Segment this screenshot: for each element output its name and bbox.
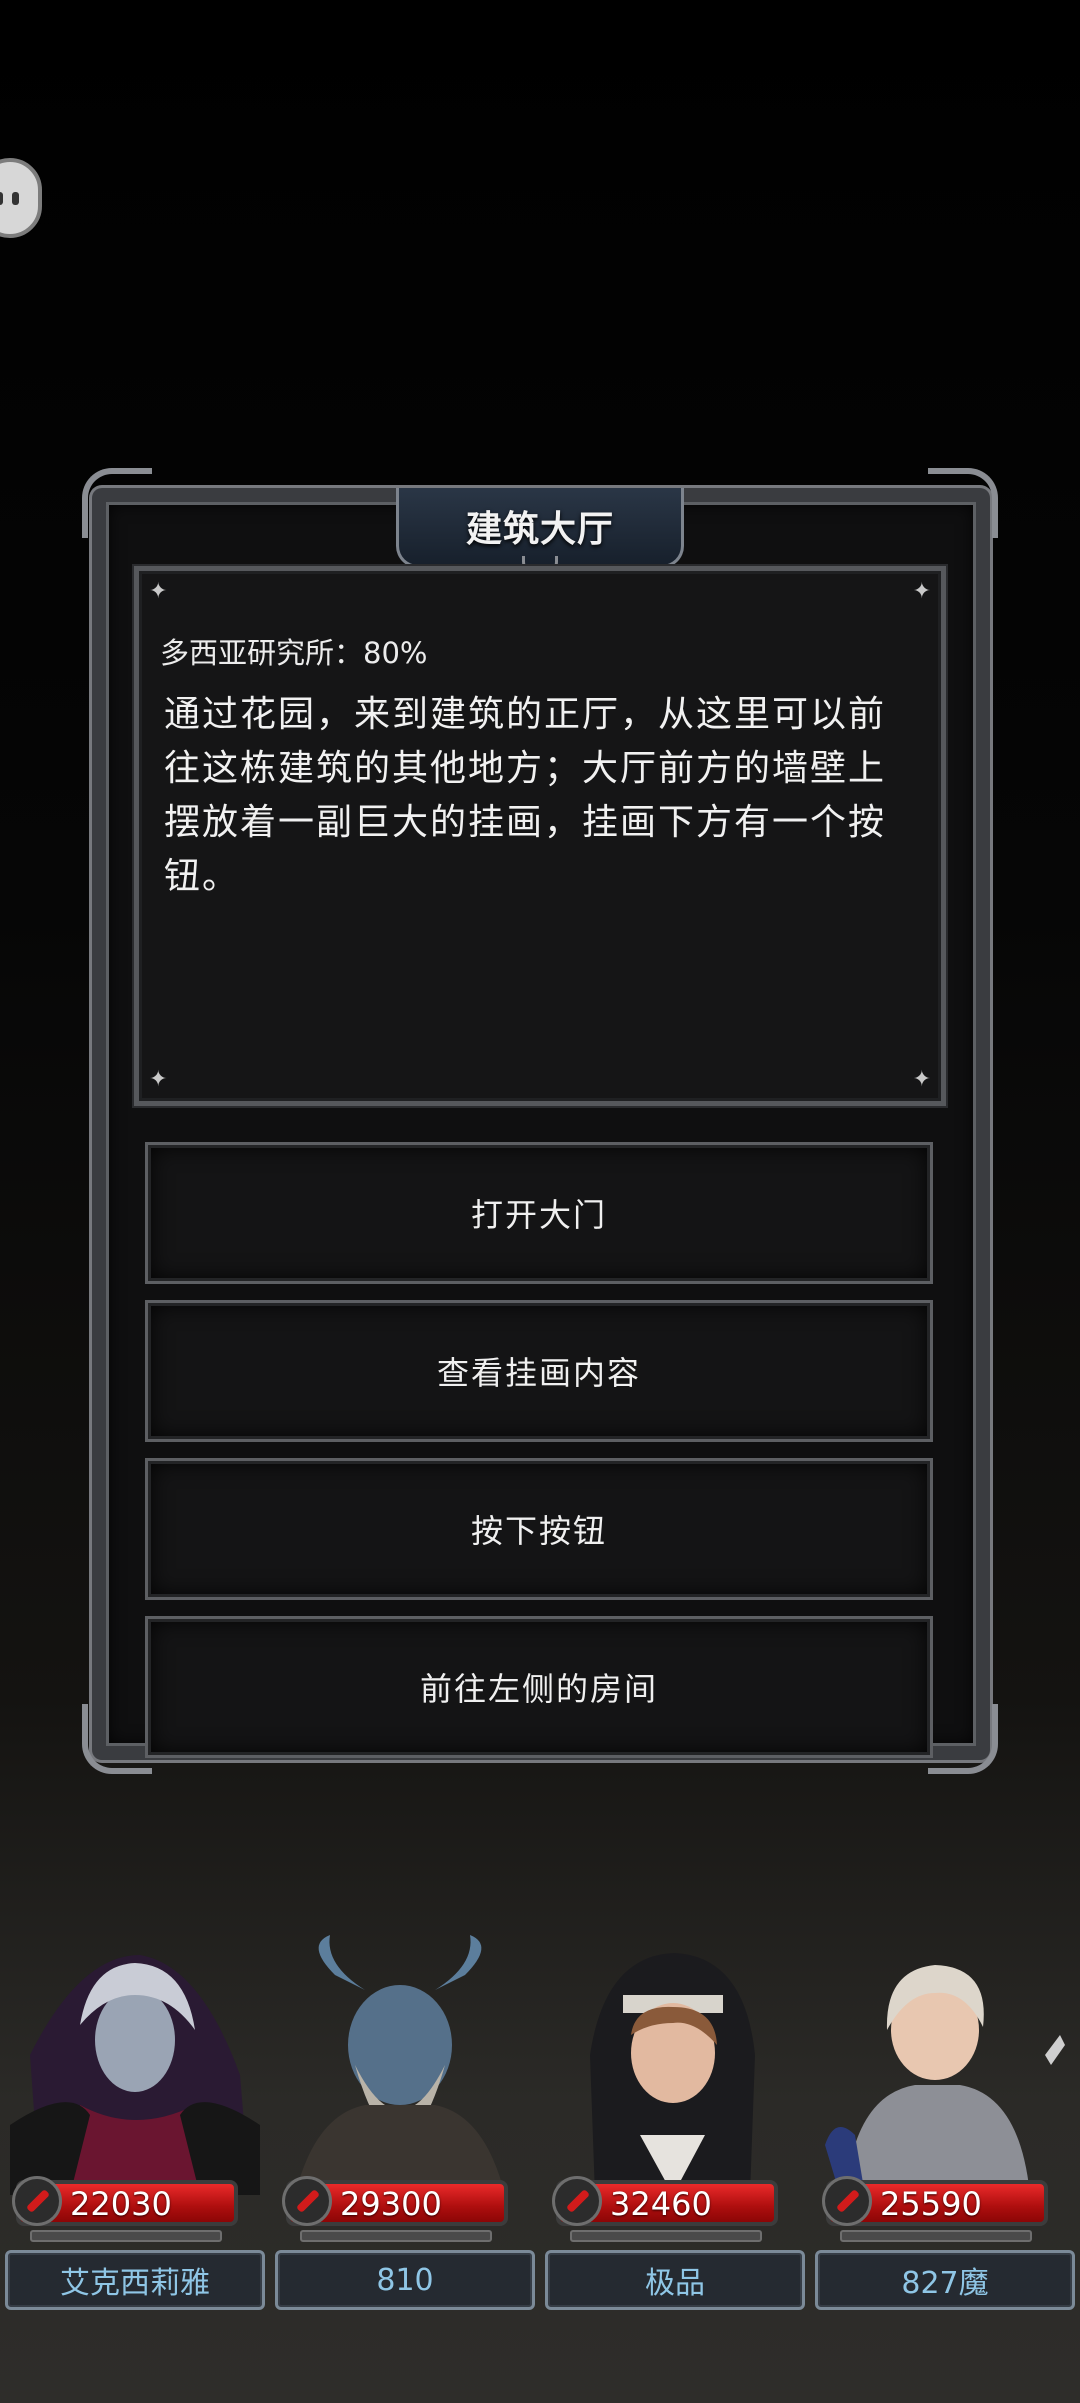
- hp-bar: 22030: [12, 2176, 238, 2226]
- party-member-name[interactable]: 极品: [545, 2250, 805, 2310]
- knight-portrait-icon[interactable]: [815, 1935, 1065, 2195]
- panel-ornament-bottom-right: [928, 1704, 998, 1774]
- bubble-eye-right: [12, 192, 19, 205]
- sword-icon: [822, 2176, 872, 2226]
- sword-icon: [282, 2176, 332, 2226]
- option-view-painting-button[interactable]: 查看挂画内容: [145, 1300, 933, 1442]
- energy-bar: [30, 2230, 222, 2242]
- hp-bar: 25590: [822, 2176, 1048, 2226]
- sparkle-icon: ✦: [149, 1067, 168, 1092]
- sparkle-icon: ✦: [912, 1067, 931, 1092]
- sparkle-icon: ✦: [912, 579, 931, 604]
- party-member-name[interactable]: 810: [275, 2250, 535, 2310]
- energy-bar: [300, 2230, 492, 2242]
- bubble-eye-left: [0, 192, 3, 205]
- horned-warrior-portrait-icon[interactable]: [275, 1935, 525, 2195]
- option-press-button[interactable]: 按下按钮: [145, 1458, 933, 1600]
- party-member-name[interactable]: 艾克西莉雅: [5, 2250, 265, 2310]
- sword-icon: [552, 2176, 602, 2226]
- hp-value: 22030: [70, 2185, 172, 2223]
- sparkle-icon: ✦: [149, 579, 168, 604]
- hp-value: 25590: [880, 2185, 982, 2223]
- hp-bar: 32460: [552, 2176, 778, 2226]
- sorceress-portrait-icon[interactable]: [10, 1935, 260, 2195]
- event-description: 通过花园，来到建筑的正厅，从这里可以前往这栋建筑的其他地方；大厅前方的墙壁上摆放…: [164, 694, 887, 897]
- energy-bar: [840, 2230, 1032, 2242]
- hp-value: 29300: [340, 2185, 442, 2223]
- nun-portrait-icon[interactable]: [545, 1935, 795, 2195]
- chat-bubble-icon[interactable]: [0, 158, 42, 238]
- hp-value: 32460: [610, 2185, 712, 2223]
- exploration-progress: 多西亚研究所：80%: [160, 636, 428, 670]
- option-go-left-room-button[interactable]: 前往左侧的房间: [145, 1616, 933, 1758]
- energy-bar: [570, 2230, 762, 2242]
- panel-title: 建筑大厅: [465, 509, 614, 550]
- panel-ornament-bottom-left: [82, 1704, 152, 1774]
- sword-icon: [12, 2176, 62, 2226]
- hp-bar: 29300: [282, 2176, 508, 2226]
- option-open-gate-button[interactable]: 打开大门: [145, 1142, 933, 1284]
- party-member-name[interactable]: 827魔: [815, 2250, 1075, 2310]
